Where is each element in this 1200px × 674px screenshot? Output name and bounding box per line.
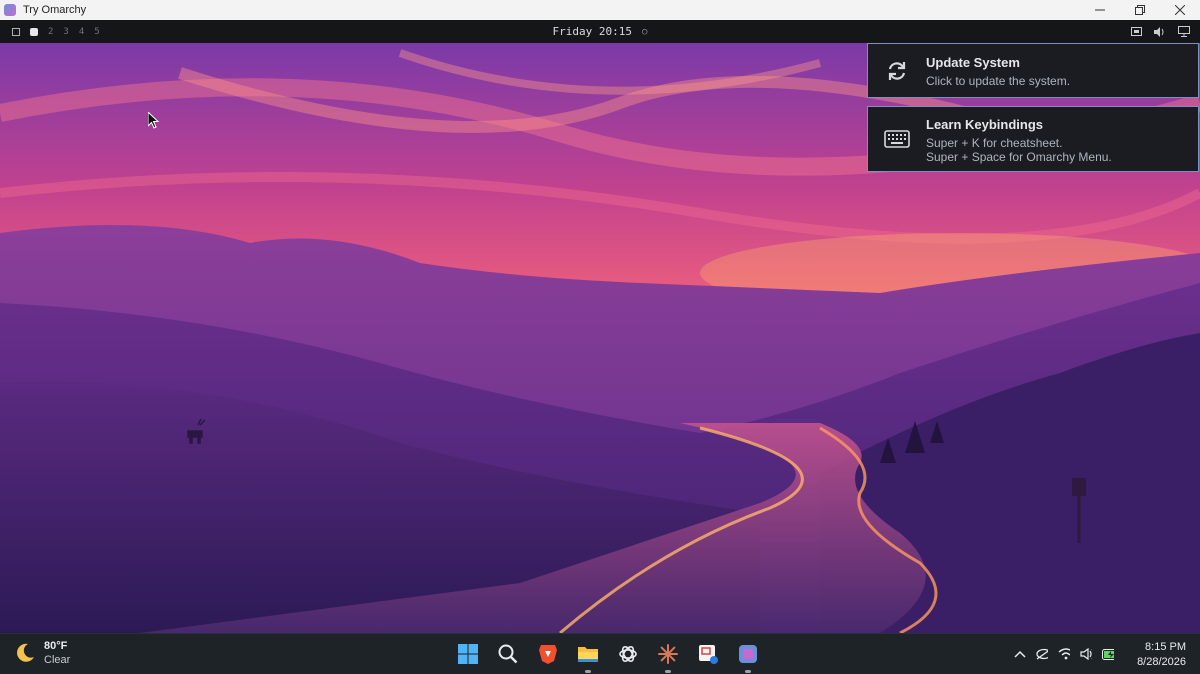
battery-icon[interactable]: [1102, 648, 1114, 660]
restore-icon: [1135, 5, 1145, 15]
windows-start-icon: [458, 644, 478, 664]
taskbar-clock[interactable]: 8:15 PM 8/28/2026: [1137, 640, 1186, 670]
search-button[interactable]: [492, 638, 524, 670]
chatgpt-icon: [619, 645, 637, 663]
omarchy-taskbar-button[interactable]: [732, 638, 764, 673]
start-button[interactable]: [452, 638, 484, 670]
topbar-clock[interactable]: Friday 20:15: [553, 25, 632, 38]
claude-icon: [658, 644, 678, 664]
taskbar-time: 8:15 PM: [1145, 641, 1186, 653]
snipping-tool-button[interactable]: [692, 638, 724, 670]
omarchy-app-icon: [4, 4, 16, 16]
notification-title: Learn Keybindings: [926, 117, 1044, 132]
refresh-icon: [888, 61, 906, 80]
speaker-icon[interactable]: [1080, 648, 1092, 660]
file-explorer-button[interactable]: [572, 638, 604, 673]
window-titlebar: Try Omarchy: [0, 0, 1200, 20]
system-tray: [1014, 634, 1114, 674]
search-icon: [498, 644, 518, 664]
volume-icon[interactable]: [1154, 26, 1166, 38]
omarchy-app-icon: [739, 645, 757, 663]
moon-icon: [17, 643, 34, 662]
eye-off-icon[interactable]: [1036, 648, 1048, 660]
close-icon: [1175, 5, 1185, 15]
weather-temp: 80°F: [44, 640, 68, 652]
file-explorer-icon: [578, 647, 598, 662]
brave-button[interactable]: [532, 638, 564, 670]
chevron-up-icon: [1014, 650, 1026, 658]
weather-widget[interactable]: 80°F Clear: [14, 639, 70, 667]
keyboard-icon: [884, 130, 910, 148]
running-indicator: [745, 670, 751, 673]
notification-body-line-2: Super + Space for Omarchy Menu.: [926, 150, 1112, 164]
windows-taskbar: 80°F Clear 8:15 PM 8/28/2026: [0, 633, 1200, 674]
notification-learn-keybindings[interactable]: Learn Keybindings Super + K for cheatshe…: [867, 106, 1199, 172]
weather-condition: Clear: [44, 654, 71, 666]
minimize-icon: [1095, 9, 1105, 11]
monitor-icon[interactable]: [1178, 26, 1190, 38]
restore-button[interactable]: [1120, 0, 1160, 20]
window-title: Try Omarchy: [23, 4, 87, 16]
omarchy-top-bar: 2 3 4 5 Friday 20:15 ○: [0, 20, 1200, 43]
taskbar-apps: [452, 634, 764, 674]
status-dot-icon: ○: [642, 26, 648, 37]
minimize-button[interactable]: [1080, 0, 1120, 20]
chatgpt-button[interactable]: [612, 638, 644, 670]
screen-icon[interactable]: [1130, 26, 1142, 38]
claude-button[interactable]: [652, 638, 684, 673]
taskbar-date: 8/28/2026: [1137, 656, 1186, 668]
close-button[interactable]: [1160, 0, 1200, 20]
notification-body-line-1: Super + K for cheatsheet.: [926, 136, 1063, 150]
running-indicator: [585, 670, 591, 673]
notification-update-system[interactable]: Update System Click to update the system…: [867, 43, 1199, 98]
mouse-cursor-icon: [148, 112, 160, 129]
wifi-icon[interactable]: [1058, 648, 1070, 660]
notification-title: Update System: [926, 55, 1020, 70]
show-hidden-icons-button[interactable]: [1014, 648, 1026, 660]
notification-body: Click to update the system.: [926, 74, 1071, 88]
brave-icon: [539, 645, 557, 664]
running-indicator: [665, 670, 671, 673]
snipping-tool-icon: [699, 645, 718, 664]
